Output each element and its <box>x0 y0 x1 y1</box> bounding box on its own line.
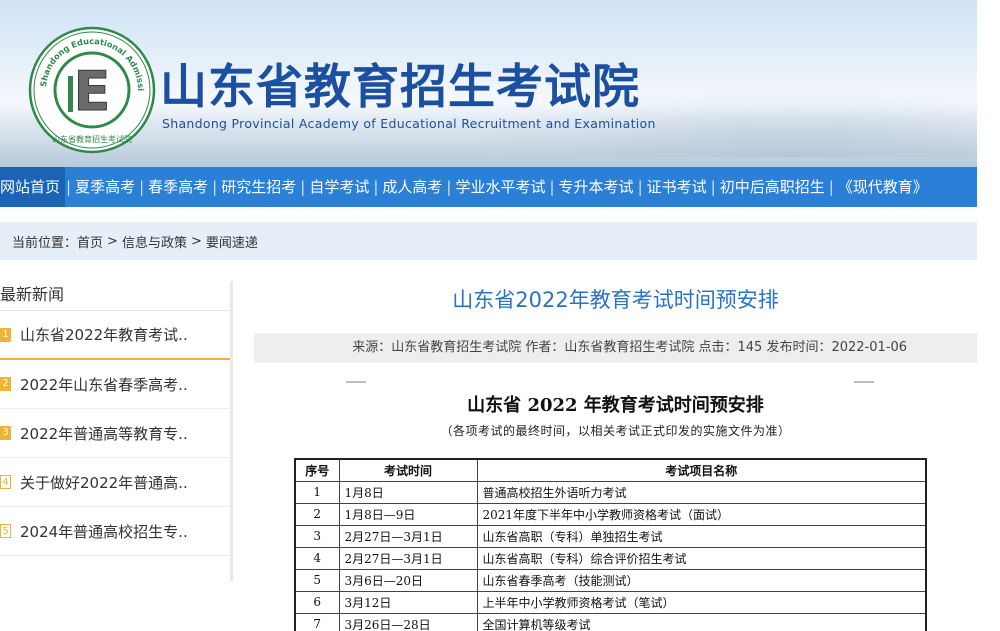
seal-letter: E <box>74 60 111 123</box>
table-header-cell: 考试时间 <box>338 458 478 482</box>
table-cell: 2月27日—3月1日 <box>338 546 478 570</box>
exam-schedule-table: 序号 考试时间 考试项目名称 1 1月8日 普通高校招生外语听力考试 2 1月8日—9日 20… <box>294 458 927 631</box>
doc-corner-mark <box>346 381 366 383</box>
table-cell: 山东省高职（专科）综合评价招生考试 <box>476 546 927 570</box>
table-row: 2 1月8日—9日 2021年度下半年中小学教师资格考试（面试） <box>294 502 927 526</box>
table-cell: 6 <box>294 590 340 614</box>
site-subtitle: Shandong Provincial Academy of Education… <box>162 116 656 131</box>
news-link-text[interactable]: 2024年普通高校招生专.. <box>20 521 188 542</box>
table-cell: 1 <box>294 480 340 504</box>
breadcrumb-separator: > <box>190 233 202 249</box>
nav-item-11[interactable]: 《现代教育》 <box>835 167 931 207</box>
latest-news-sidebar: 最新新闻 1 山东省2022年教育考试.. 2 2022年山东省春季高考.. 3 2022… <box>0 281 233 581</box>
news-rank-badge: 2 <box>0 377 11 391</box>
table-cell: 3月26日—28日 <box>338 612 478 631</box>
article-meta: 来源：山东省教育招生考试院 作者：山东省教育招生考试院 点击：145 发布时间：… <box>254 333 977 363</box>
table-row: 4 2月27日—3月1日 山东省高职（专科）综合评价招生考试 <box>294 546 927 570</box>
table-cell: 2021年度下半年中小学教师资格考试（面试） <box>476 502 927 526</box>
seal-bottom-text: 山东省教育招生考试院 <box>52 134 132 144</box>
breadcrumb-separator: > <box>107 233 118 249</box>
doc-corner-mark <box>854 381 874 383</box>
table-cell: 2月27日—3月1日 <box>338 524 478 548</box>
news-link-text[interactable]: 2022年普通高等教育专.. <box>20 423 188 444</box>
news-link-text[interactable]: 关于做好2022年普通高.. <box>20 472 188 493</box>
table-cell: 7 <box>294 612 340 631</box>
breadcrumb: 当前位置： 首页 > 信息与政策 > 要闻速递 <box>0 222 977 260</box>
table-header-cell: 序号 <box>294 458 340 482</box>
table-cell: 全国计算机等级考试 <box>476 612 927 631</box>
table-cell: 4 <box>294 546 340 570</box>
nav-item-8[interactable]: 专升本考试 <box>556 167 637 207</box>
academy-seal-logo[interactable]: Shandong Educational Admission & Examina… <box>28 26 156 154</box>
header-banner: Shandong Educational Admission & Examina… <box>0 0 977 167</box>
nav-separator: | <box>66 178 72 196</box>
news-list-item[interactable]: 5 2024年普通高校招生专.. <box>0 507 230 556</box>
breadcrumb-info-policy[interactable]: 信息与政策 <box>122 232 187 251</box>
latest-news-list: 1 山东省2022年教育考试.. 2 2022年山东省春季高考.. 3 2022年普通高等… <box>0 311 230 556</box>
table-cell: 3月6日—20日 <box>338 568 478 592</box>
table-cell: 1月8日 <box>338 480 478 504</box>
table-cell: 上半年中小学教师资格考试（笔试） <box>476 590 927 614</box>
document-title: 山东省 2022 年教育考试时间预安排 <box>467 395 764 416</box>
article-title: 山东省2022年教育考试时间预安排 <box>452 288 779 312</box>
nav-separator: | <box>212 178 218 196</box>
news-rank-badge: 5 <box>0 524 11 538</box>
news-list-item[interactable]: 3 2022年普通高等教育专.. <box>0 409 230 458</box>
nav-item-6[interactable]: 成人高考 <box>379 167 445 207</box>
table-header-cell: 考试项目名称 <box>476 458 927 482</box>
article-area: 山东省2022年教育考试时间预安排 来源：山东省教育招生考试院 作者：山东省教育… <box>254 281 977 631</box>
table-cell: 1月8日—9日 <box>338 502 478 526</box>
table-row: 1 1月8日 普通高校招生外语听力考试 <box>294 480 927 504</box>
site-title: 山东省教育招生考试院 <box>160 60 640 115</box>
table-header-row: 序号 考试时间 考试项目名称 <box>294 458 927 482</box>
nav-item-2[interactable]: 夏季高考 <box>72 167 138 207</box>
nav-separator: | <box>139 178 145 196</box>
table-cell: 山东省高职（专科）单独招生考试 <box>476 524 927 548</box>
document-note: （各项考试的最终时间，以相关考试正式印发的实施文件为准） <box>440 424 791 438</box>
news-list-item[interactable]: 1 山东省2022年教育考试.. <box>0 311 230 360</box>
sidebar-title: 最新新闻 <box>0 281 230 311</box>
breadcrumb-news[interactable]: 要闻速递 <box>206 232 258 251</box>
nav-item-7[interactable]: 学业水平考试 <box>452 167 548 207</box>
news-link-text[interactable]: 2022年山东省春季高考.. <box>20 374 188 395</box>
table-row: 3 2月27日—3月1日 山东省高职（专科）单独招生考试 <box>294 524 927 548</box>
nav-item-1[interactable]: 网站首页 <box>0 167 66 207</box>
nav-separator: | <box>446 178 452 196</box>
nav-separator: | <box>549 178 555 196</box>
nav-separator: | <box>828 178 834 196</box>
news-rank-badge: 4 <box>0 475 11 489</box>
table-cell: 3月12日 <box>338 590 478 614</box>
nav-separator: | <box>710 178 716 196</box>
table-cell: 山东省春季高考（技能测试） <box>476 568 927 592</box>
nav-item-4[interactable]: 研究生招考 <box>218 167 299 207</box>
news-rank-badge: 3 <box>0 426 11 440</box>
table-cell: 5 <box>294 568 340 592</box>
document-image: 山东省 2022 年教育考试时间预安排 （各项考试的最终时间，以相关考试正式印发… <box>254 378 977 631</box>
news-rank-badge: 1 <box>0 327 11 342</box>
nav-separator: | <box>373 178 379 196</box>
table-cell: 普通高校招生外语听力考试 <box>476 480 927 504</box>
table-cell: 2 <box>294 502 340 526</box>
table-row: 6 3月12日 上半年中小学教师资格考试（笔试） <box>294 590 927 614</box>
breadcrumb-label: 当前位置： <box>12 235 78 251</box>
table-row: 5 3月6日—20日 山东省春季高考（技能测试） <box>294 568 927 592</box>
news-link-text[interactable]: 山东省2022年教育考试.. <box>20 324 188 345</box>
nav-item-9[interactable]: 证书考试 <box>644 167 710 207</box>
nav-item-10[interactable]: 初中后高职招生 <box>717 167 828 207</box>
table-cell: 3 <box>294 524 340 548</box>
news-list-item[interactable]: 2 2022年山东省春季高考.. <box>0 360 230 409</box>
table-row: 7 3月26日—28日 全国计算机等级考试 <box>294 612 927 631</box>
news-list-item[interactable]: 4 关于做好2022年普通高.. <box>0 458 230 507</box>
nav-separator: | <box>637 178 643 196</box>
nav-item-3[interactable]: 春季高考 <box>145 167 211 207</box>
main-nav: 网站首页 | 夏季高考 | 春季高考 | 研究生招考 | 自学考试 | 成人高考 | 学业水平考试 | 专升… <box>0 167 977 207</box>
nav-separator: | <box>300 178 306 196</box>
nav-item-5[interactable]: 自学考试 <box>306 167 372 207</box>
breadcrumb-home[interactable]: 首页 <box>77 232 103 251</box>
